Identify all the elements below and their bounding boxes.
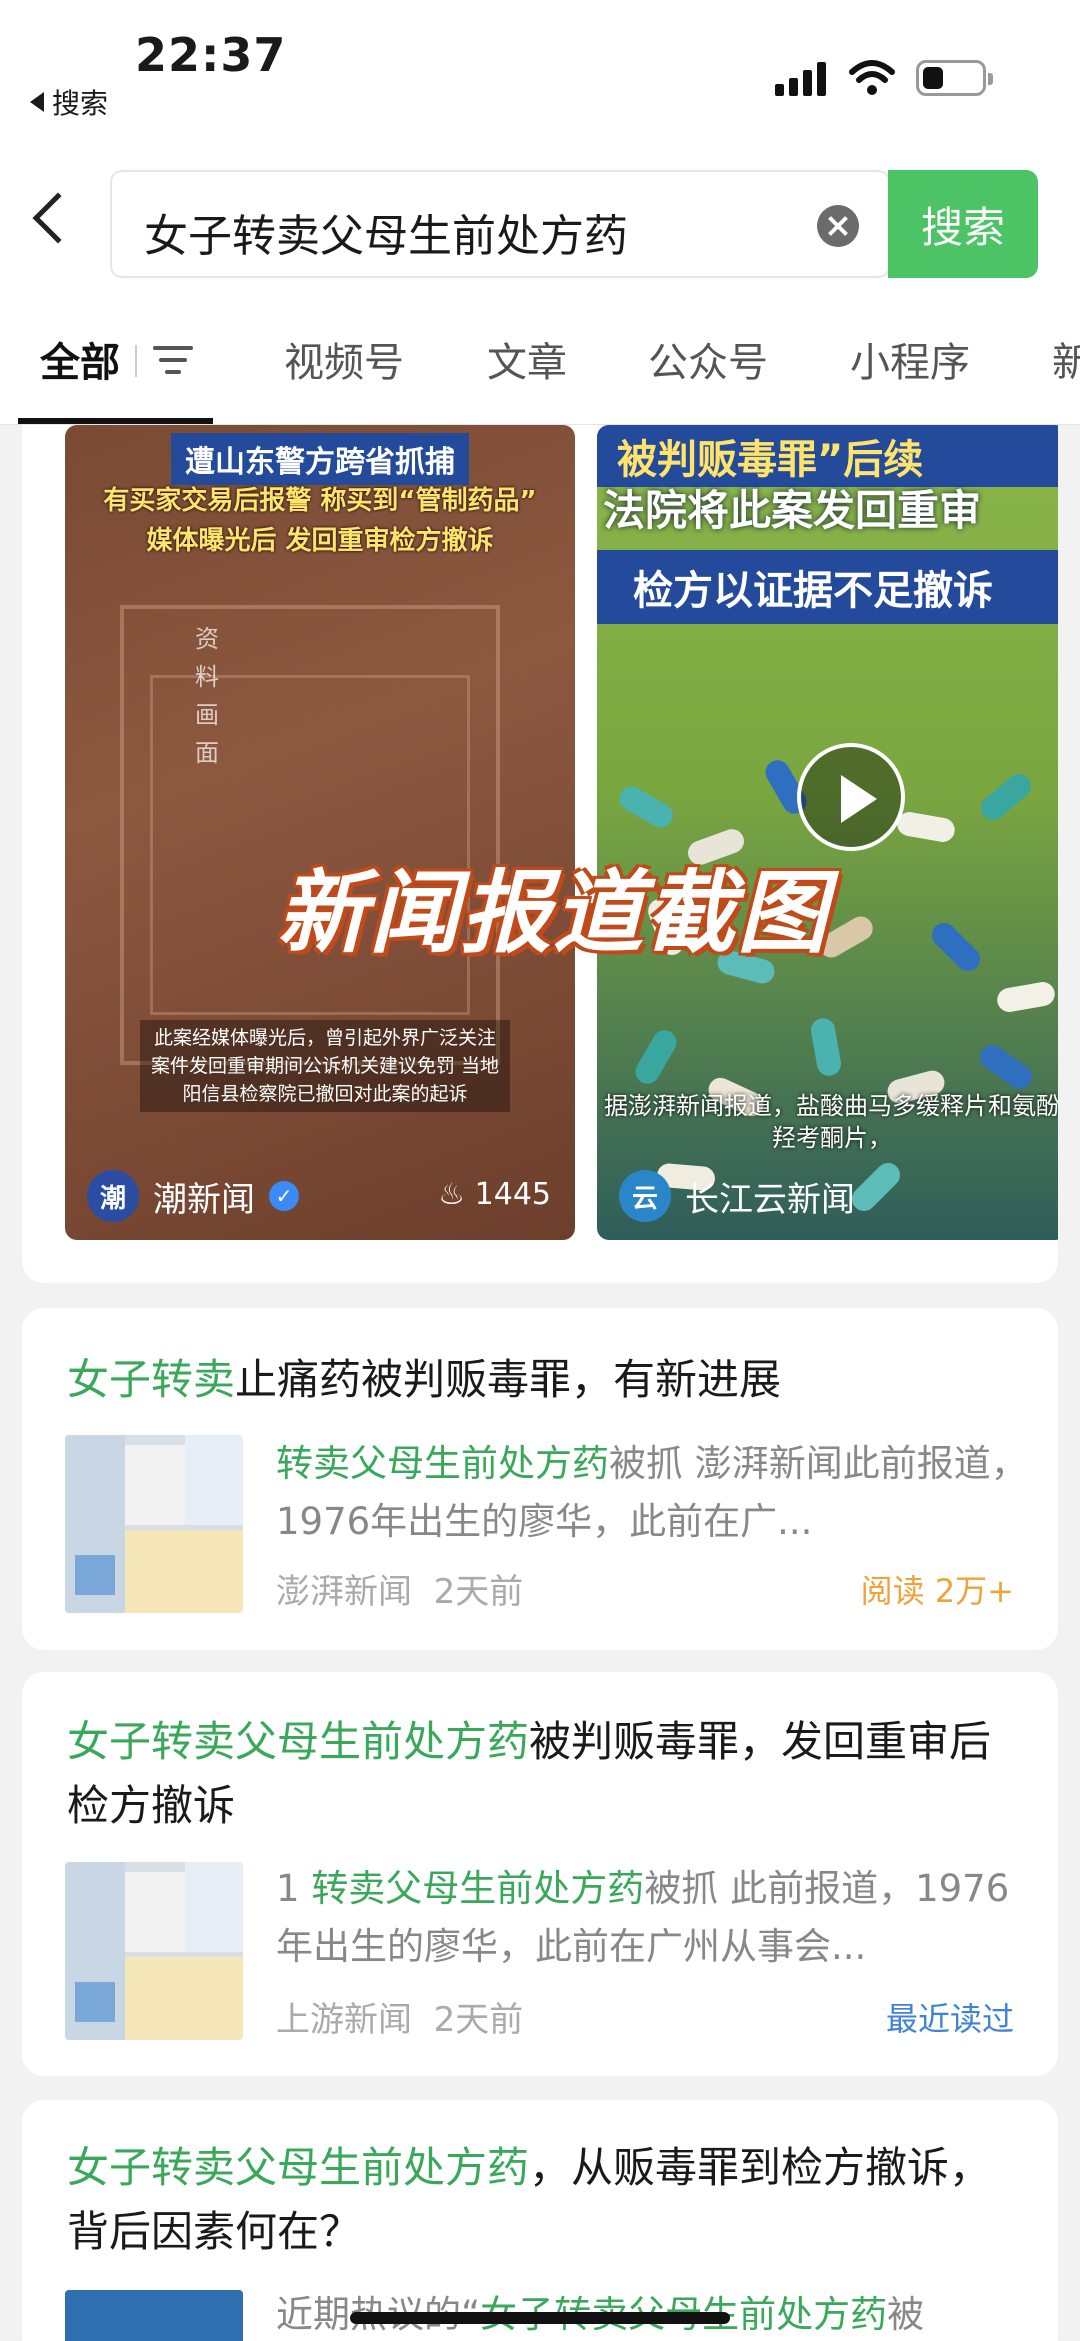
like-count-value: 1445 (474, 1177, 551, 1212)
article-title[interactable]: 女子转卖父母生前处方药被判贩毒罪，发回重审后检方撤诉 (67, 1710, 1027, 1838)
video-caption-line3: 检方以证据不足撤诉 (597, 550, 1058, 624)
video-bottom-caption: 此案经媒体曝光后，曾引起外界广泛关注 案件发回重审期间公诉机关建议免罚 当地阳信… (140, 1020, 510, 1112)
search-query-text[interactable]: 女子转卖父母生前处方药 (144, 200, 628, 264)
search-tabs: 全部 视频号 文章 公众号 小程序 新 (0, 300, 1080, 425)
publisher-row[interactable]: 潮 潮新闻 ✓ (87, 1170, 299, 1222)
video-results-card: 遭山东警方跨省抓捕 有买家交易后报警 称买到“管制药品” 媒体曝光后 发回重审检… (22, 425, 1058, 1283)
article-result-1[interactable]: 女子转卖止痛药被判贩毒罪，有新进展 转卖父母生前处方药被抓 澎湃新闻此前报道，1… (22, 1308, 1058, 1650)
video-bottom-caption: 据澎湃新闻报道，盐酸曲马多缓释片和氨酚羟考酮片， (604, 1092, 1058, 1152)
tab-articles[interactable]: 文章 (487, 330, 567, 388)
video-caption-line2: 有买家交易后报警 称买到“管制药品” (103, 486, 537, 516)
back-to-app-link[interactable]: 搜索 (30, 82, 108, 122)
flame-icon: ♨ (438, 1177, 466, 1212)
article-thumbnail[interactable] (65, 2290, 243, 2341)
screenshot-overlay-label: 新闻报道截图 (277, 861, 829, 966)
tab-all[interactable]: 全部 (40, 330, 120, 388)
snippet-highlight: 转卖父母生前处方药 (276, 1442, 609, 1485)
video-thumbnail-right[interactable]: 被判贩毒罪”后续 法院将此案发回重审 检方以证据不足撤诉 据澎湃新闻报道，盐酸曲… (597, 425, 1058, 1240)
side-note-text: 资料画面 (195, 625, 219, 767)
battery-icon (916, 60, 993, 96)
publisher-row[interactable]: 云 长江云新闻 (619, 1170, 855, 1222)
recently-read-badge: 最近读过 (885, 2000, 1014, 2038)
video-caption-line2: 法院将此案发回重审 (603, 486, 982, 535)
wifi-icon (849, 60, 895, 95)
article-result-3[interactable]: 女子转卖父母生前处方药，从贩毒罪到检方撤诉，背后因素何在？ 近期热议的“女子转卖… (22, 2100, 1058, 2341)
article-thumbnail[interactable] (65, 1862, 243, 2040)
filter-icon[interactable] (153, 344, 195, 376)
publish-time: 2天前 (433, 1572, 524, 1612)
publisher-name: 潮新闻 (153, 1179, 255, 1220)
article-title[interactable]: 女子转卖父母生前处方药，从贩毒罪到检方撤诉，背后因素何在？ (67, 2136, 1027, 2264)
article-thumbnail[interactable] (65, 1435, 243, 1613)
home-indicator[interactable] (350, 2312, 730, 2324)
search-input[interactable]: 女子转卖父母生前处方药 (110, 170, 890, 278)
snippet-highlight: 转卖父母生前处方药 (311, 1867, 645, 1910)
back-triangle-icon (30, 92, 44, 112)
source-name: 澎湃新闻 (276, 1572, 412, 1612)
title-highlight: 女子转卖父母生前处方药 (67, 2143, 530, 2192)
article-result-2[interactable]: 女子转卖父母生前处方药被判贩毒罪，发回重审后检方撤诉 1 转卖父母生前处方药被抓… (22, 1672, 1058, 2076)
publisher-logo-icon: 云 (619, 1170, 671, 1222)
tab-news[interactable]: 新 (1052, 330, 1080, 388)
title-highlight: 女子转卖 (67, 1355, 236, 1404)
video-caption-line3: 媒体曝光后 发回重审检方撤诉 (146, 526, 494, 556)
tab-mini-programs[interactable]: 小程序 (850, 330, 970, 388)
play-icon[interactable] (797, 743, 905, 851)
back-app-label: 搜索 (52, 87, 109, 120)
article-snippet: 1 转卖父母生前处方药被抓 此前报道，1976年出生的廖华，此前在广州从事会..… (276, 1860, 1036, 1976)
tab-divider (135, 345, 137, 377)
article-source: 上游新闻 2天前 (276, 1992, 523, 2041)
search-header: 女子转卖父母生前处方药 搜索 (0, 150, 1080, 300)
search-button[interactable]: 搜索 (888, 170, 1038, 278)
publish-time: 2天前 (433, 2000, 524, 2040)
publisher-logo-icon: 潮 (87, 1170, 139, 1222)
source-name: 上游新闻 (276, 2000, 412, 2040)
title-text: 止痛药被判贩毒罪，有新进展 (235, 1355, 782, 1404)
status-time: 22:37 (135, 28, 287, 82)
snippet-text: 被 (887, 2293, 925, 2336)
tab-official-accounts[interactable]: 公众号 (648, 330, 768, 388)
video-caption-line1: 遭山东警方跨省抓捕 (65, 433, 575, 485)
tab-channels[interactable]: 视频号 (284, 330, 404, 388)
snippet-prefix: 1 (276, 1867, 312, 1910)
publisher-name: 长江云新闻 (685, 1179, 855, 1220)
back-arrow-icon[interactable] (32, 192, 84, 244)
active-tab-indicator (18, 418, 213, 424)
article-snippet: 转卖父母生前处方药被抓 澎湃新闻此前报道，1976年出生的廖华，此前在广... (276, 1435, 1036, 1551)
video-thumbnail-left[interactable]: 遭山东警方跨省抓捕 有买家交易后报警 称买到“管制药品” 媒体曝光后 发回重审检… (65, 425, 575, 1240)
read-count: 阅读 2万+ (860, 1572, 1014, 1610)
article-title[interactable]: 女子转卖止痛药被判贩毒罪，有新进展 (67, 1348, 1027, 1412)
title-highlight: 女子转卖父母生前处方药 (67, 1717, 530, 1766)
article-source: 澎湃新闻 2天前 (276, 1564, 523, 1613)
status-bar: 22:37 搜索 (0, 0, 1080, 150)
like-count: ♨ 1445 (438, 1177, 551, 1212)
clear-search-icon[interactable] (817, 205, 859, 247)
cellular-signal-icon (775, 58, 826, 96)
verified-icon: ✓ (269, 1181, 299, 1211)
